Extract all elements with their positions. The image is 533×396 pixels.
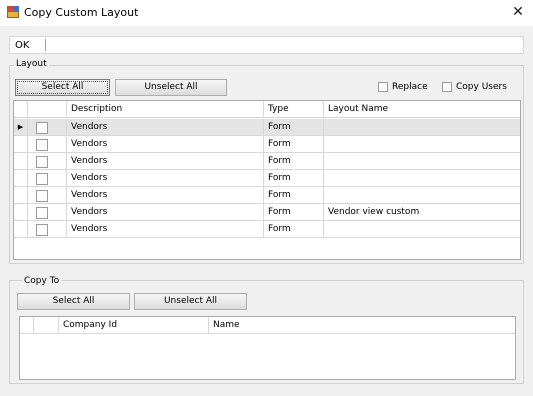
type-cell[interactable]: Form (264, 136, 324, 153)
layout-name-cell[interactable] (324, 170, 520, 187)
layout-grid: Description Type Layout Name ▶ Vendors F… (13, 100, 521, 260)
row-checkbox[interactable] (36, 190, 48, 202)
toolbar-separator (45, 39, 46, 51)
row-checkbox[interactable] (36, 207, 48, 219)
description-column-header[interactable]: Description (67, 101, 264, 118)
table-row[interactable]: Vendors Form (14, 170, 520, 187)
layout-select-all-button[interactable]: Select All (15, 79, 110, 96)
row-checkbox[interactable] (36, 173, 48, 185)
row-indicator-icon: ▶ (14, 119, 28, 136)
description-cell[interactable]: Vendors (67, 153, 264, 170)
description-cell[interactable]: Vendors (67, 204, 264, 221)
layout-name-cell[interactable] (324, 119, 520, 136)
copy-to-unselect-all-button[interactable]: Unselect All (134, 293, 247, 310)
table-row[interactable]: Vendors Form (14, 153, 520, 170)
close-icon[interactable]: ✕ (505, 3, 531, 23)
row-header-cell (14, 187, 28, 204)
window-title: Copy Custom Layout (24, 6, 139, 19)
table-row[interactable]: Vendors Form (14, 136, 520, 153)
layout-group-title: Layout (14, 59, 49, 69)
layout-name-cell[interactable] (324, 187, 520, 204)
name-column-header[interactable]: Name (209, 317, 515, 334)
type-column-header[interactable]: Type (264, 101, 324, 118)
layout-unselect-all-button[interactable]: Unselect All (115, 79, 227, 96)
type-cell[interactable]: Form (264, 119, 324, 136)
type-cell[interactable]: Form (264, 187, 324, 204)
toolbar: OK (9, 36, 524, 54)
row-header-corner (20, 317, 34, 334)
replace-label: Replace (392, 82, 428, 92)
copy-to-select-all-button[interactable]: Select All (17, 293, 130, 310)
row-checkbox[interactable] (36, 139, 48, 151)
table-row[interactable]: Vendors Form (14, 187, 520, 204)
description-cell[interactable]: Vendors (67, 187, 264, 204)
select-column-header[interactable] (34, 317, 59, 334)
type-cell[interactable]: Form (264, 153, 324, 170)
type-cell[interactable]: Form (264, 221, 324, 238)
row-header-cell (14, 136, 28, 153)
app-layout-icon (7, 6, 19, 18)
layout-name-cell[interactable] (324, 221, 520, 238)
copy-users-label: Copy Users (456, 82, 507, 92)
description-cell[interactable]: Vendors (67, 119, 264, 136)
select-column-header[interactable] (28, 101, 67, 118)
layout-name-column-header[interactable]: Layout Name (324, 101, 520, 118)
row-header-corner (14, 101, 28, 118)
table-row[interactable]: Vendors Form (14, 221, 520, 238)
replace-checkbox[interactable] (378, 82, 388, 92)
row-header-cell (14, 204, 28, 221)
company-grid: Company Id Name (19, 316, 516, 380)
description-cell[interactable]: Vendors (67, 221, 264, 238)
table-row[interactable]: ▶ Vendors Form (14, 119, 520, 136)
type-cell[interactable]: Form (264, 204, 324, 221)
layout-name-cell[interactable] (324, 136, 520, 153)
row-checkbox[interactable] (36, 156, 48, 168)
row-header-cell (14, 153, 28, 170)
bottom-edge (0, 386, 533, 396)
type-cell[interactable]: Form (264, 170, 324, 187)
row-checkbox[interactable] (36, 122, 48, 134)
table-row[interactable]: Vendors Form Vendor view custom (14, 204, 520, 221)
description-cell[interactable]: Vendors (67, 170, 264, 187)
copy-to-group-title: Copy To (22, 276, 62, 286)
company-id-column-header[interactable]: Company Id (59, 317, 209, 334)
layout-name-cell[interactable] (324, 153, 520, 170)
row-checkbox[interactable] (36, 224, 48, 236)
layout-name-cell[interactable]: Vendor view custom (324, 204, 520, 221)
description-cell[interactable]: Vendors (67, 136, 264, 153)
copy-users-checkbox[interactable] (442, 82, 452, 92)
row-header-cell (14, 221, 28, 238)
ok-button[interactable]: OK (12, 39, 42, 52)
row-header-cell (14, 170, 28, 187)
